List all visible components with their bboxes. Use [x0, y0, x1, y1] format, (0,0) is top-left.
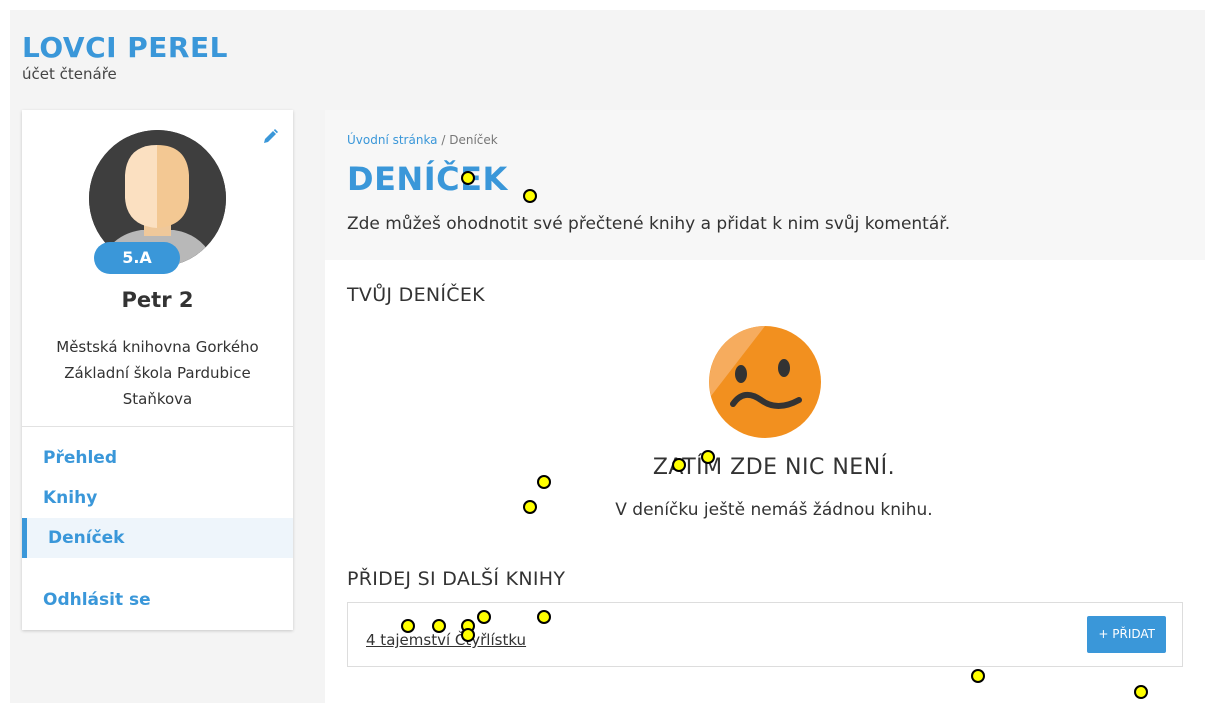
click-marker: [672, 458, 686, 472]
brand: LOVCI PEREL účet čtenáře: [22, 32, 228, 84]
main-content: Úvodní stránka / Deníček DENÍČEK Zde můž…: [325, 110, 1205, 703]
user-name: Petr 2: [121, 288, 194, 312]
click-marker: [477, 610, 491, 624]
sidebar-item-denicek[interactable]: Deníček: [22, 518, 293, 558]
diary-content: TVŮJ DENÍČEK ZATÍM ZDE NIC NENÍ. V deníč…: [325, 260, 1205, 703]
click-marker: [401, 619, 415, 633]
breadcrumb-current: Deníček: [449, 133, 498, 147]
breadcrumb: Úvodní stránka / Deníček: [347, 133, 498, 147]
school-name-line1: Základní škola Pardubice: [64, 364, 251, 382]
sidebar-item-prehled[interactable]: Přehled: [22, 438, 293, 478]
sidebar-item-knihy[interactable]: Knihy: [22, 478, 293, 518]
click-marker: [523, 500, 537, 514]
click-marker: [523, 189, 537, 203]
click-marker: [1134, 685, 1148, 699]
click-marker: [461, 171, 475, 185]
breadcrumb-separator: /: [437, 133, 450, 147]
brand-title: LOVCI PEREL: [22, 31, 228, 64]
plus-icon: +: [1098, 627, 1113, 641]
brand-subtitle: účet čtenáře: [22, 65, 117, 83]
page-header: Úvodní stránka / Deníček DENÍČEK Zde můž…: [325, 110, 1205, 260]
library-name: Městská knihovna Gorkého: [56, 338, 259, 356]
click-marker: [537, 475, 551, 489]
click-marker: [971, 669, 985, 683]
sidebar-divider: [22, 426, 293, 427]
sidebar: Petr 2 Městská knihovna Gorkého Základní…: [22, 110, 293, 630]
book-title-link[interactable]: 4 tajemství Čtyřlístku: [366, 631, 526, 649]
add-books-section-title: PŘIDEJ SI DALŠÍ KNIHY: [347, 568, 566, 590]
sidebar-nav: Přehled Knihy Deníček Odhlásit se: [22, 438, 293, 620]
user-affiliation: Městská knihovna Gorkého Základní škola …: [22, 334, 293, 412]
diary-section-title: TVŮJ DENÍČEK: [347, 284, 485, 306]
sidebar-item-logout[interactable]: Odhlásit se: [22, 580, 293, 620]
add-book-button[interactable]: + PŘIDAT: [1087, 616, 1166, 653]
pencil-icon[interactable]: [261, 128, 279, 146]
click-marker: [432, 619, 446, 633]
breadcrumb-home-link[interactable]: Úvodní stránka: [347, 133, 438, 147]
school-name-line2: Staňkova: [122, 390, 193, 408]
click-marker: [701, 450, 715, 464]
click-marker: [461, 628, 475, 642]
empty-state-title: ZATÍM ZDE NIC NENÍ.: [652, 455, 896, 480]
empty-state-description: V deníčku ještě nemáš žádnou knihu.: [615, 500, 933, 520]
sad-face-icon: [709, 326, 821, 438]
page-title: DENÍČEK: [347, 160, 508, 198]
add-button-label: PŘIDAT: [1112, 627, 1155, 641]
page-description: Zde můžeš ohodnotit své přečtené knihy a…: [347, 214, 951, 234]
click-marker: [537, 610, 551, 624]
class-badge: 5.A: [94, 242, 180, 274]
